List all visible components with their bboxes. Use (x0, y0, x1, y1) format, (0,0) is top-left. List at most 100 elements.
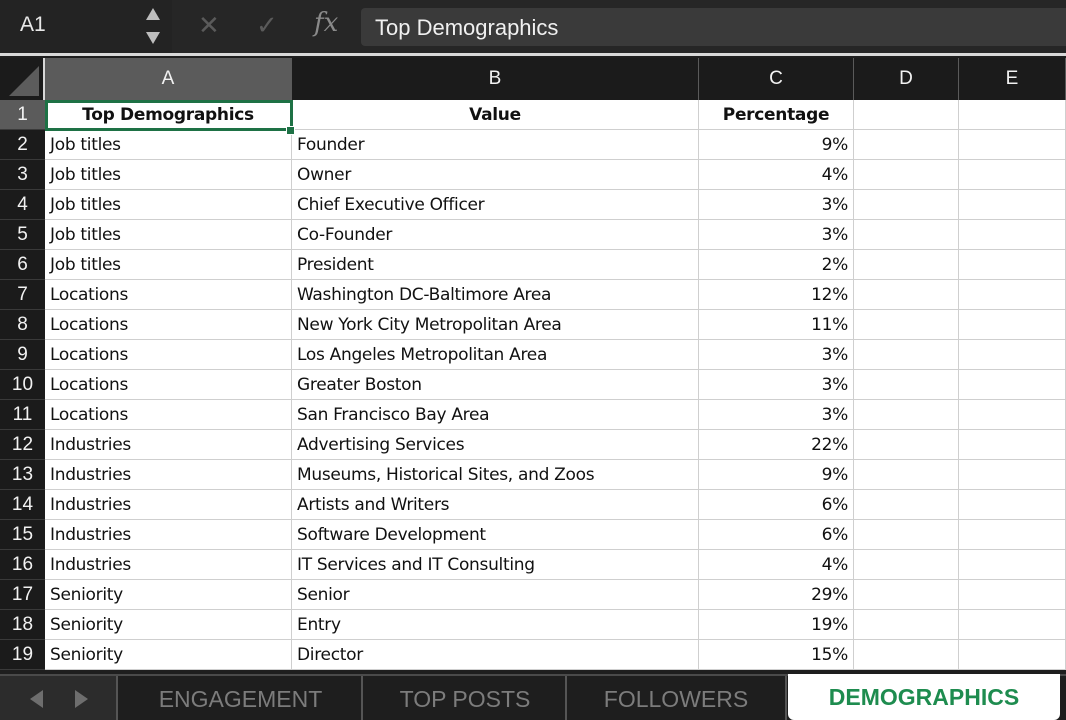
arrow-up-icon[interactable] (146, 8, 160, 20)
cell-c[interactable]: 2% (699, 250, 854, 280)
cell-a[interactable]: Industries (45, 460, 292, 490)
cell-b[interactable]: Chief Executive Officer (292, 190, 699, 220)
cell-d[interactable] (854, 100, 959, 130)
cell-b[interactable]: Los Angeles Metropolitan Area (292, 340, 699, 370)
cell-d[interactable] (854, 430, 959, 460)
cell-b[interactable]: Entry (292, 610, 699, 640)
cell-a[interactable]: Job titles (45, 160, 292, 190)
cell-d[interactable] (854, 580, 959, 610)
cell-b[interactable]: Founder (292, 130, 699, 160)
cell-c[interactable]: 3% (699, 220, 854, 250)
confirm-icon[interactable]: ✓ (256, 10, 278, 41)
cell-a[interactable]: Seniority (45, 580, 292, 610)
column-header-c[interactable]: C (699, 58, 854, 100)
cell-e[interactable] (959, 370, 1066, 400)
cell-b[interactable]: Owner (292, 160, 699, 190)
cell-d[interactable] (854, 490, 959, 520)
arrow-down-icon[interactable] (146, 32, 160, 44)
row-header[interactable]: 15 (0, 520, 45, 550)
cell-b[interactable]: San Francisco Bay Area (292, 400, 699, 430)
fill-handle[interactable] (286, 126, 295, 135)
cell-e[interactable] (959, 130, 1066, 160)
cell-d[interactable] (854, 190, 959, 220)
cell-e[interactable] (959, 310, 1066, 340)
cell-d[interactable] (854, 370, 959, 400)
row-header[interactable]: 19 (0, 640, 45, 670)
row-header[interactable]: 18 (0, 610, 45, 640)
cell-e[interactable] (959, 610, 1066, 640)
row-header[interactable]: 10 (0, 370, 45, 400)
cell-a[interactable]: Locations (45, 400, 292, 430)
cell-c[interactable]: Percentage (699, 100, 854, 130)
cell-c[interactable]: 15% (699, 640, 854, 670)
cell-c[interactable]: 3% (699, 340, 854, 370)
row-header[interactable]: 8 (0, 310, 45, 340)
select-all-button[interactable] (0, 58, 45, 100)
name-box[interactable]: A1 (0, 0, 172, 53)
cell-e[interactable] (959, 250, 1066, 280)
cell-d[interactable] (854, 310, 959, 340)
cell-d[interactable] (854, 520, 959, 550)
cell-c[interactable]: 11% (699, 310, 854, 340)
cell-e[interactable] (959, 460, 1066, 490)
cell-e[interactable] (959, 220, 1066, 250)
row-header[interactable]: 17 (0, 580, 45, 610)
cell-a[interactable]: Job titles (45, 130, 292, 160)
row-header[interactable]: 6 (0, 250, 45, 280)
cell-b[interactable]: Washington DC-Baltimore Area (292, 280, 699, 310)
cell-c[interactable]: 3% (699, 370, 854, 400)
cancel-icon[interactable]: ✕ (198, 10, 220, 41)
row-header[interactable]: 5 (0, 220, 45, 250)
column-header-b[interactable]: B (292, 58, 699, 100)
cell-a[interactable]: Locations (45, 310, 292, 340)
cell-a[interactable]: Job titles (45, 220, 292, 250)
cell-d[interactable] (854, 220, 959, 250)
cell-e[interactable] (959, 100, 1066, 130)
tab-top-posts[interactable]: TOP POSTS (365, 676, 567, 720)
cell-c[interactable]: 9% (699, 460, 854, 490)
cell-d[interactable] (854, 550, 959, 580)
cell-c[interactable]: 6% (699, 520, 854, 550)
cell-reference[interactable]: A1 (20, 13, 46, 37)
row-header[interactable]: 16 (0, 550, 45, 580)
cell-d[interactable] (854, 460, 959, 490)
row-header[interactable]: 1 (0, 100, 45, 130)
cell-c[interactable]: 3% (699, 190, 854, 220)
cell-b[interactable]: IT Services and IT Consulting (292, 550, 699, 580)
cell-a[interactable]: Locations (45, 340, 292, 370)
row-header[interactable]: 7 (0, 280, 45, 310)
row-header[interactable]: 2 (0, 130, 45, 160)
cell-e[interactable] (959, 280, 1066, 310)
cell-d[interactable] (854, 640, 959, 670)
cell-d[interactable] (854, 280, 959, 310)
previous-sheet-icon[interactable] (30, 690, 43, 708)
cell-b[interactable]: Senior (292, 580, 699, 610)
row-header[interactable]: 3 (0, 160, 45, 190)
cell-b[interactable]: New York City Metropolitan Area (292, 310, 699, 340)
cell-d[interactable] (854, 400, 959, 430)
cell-d[interactable] (854, 250, 959, 280)
cell-e[interactable] (959, 640, 1066, 670)
cell-e[interactable] (959, 160, 1066, 190)
cell-b[interactable]: Museums, Historical Sites, and Zoos (292, 460, 699, 490)
cell-b[interactable]: Artists and Writers (292, 490, 699, 520)
cell-d[interactable] (854, 130, 959, 160)
cell-e[interactable] (959, 340, 1066, 370)
cell-a[interactable]: Industries (45, 430, 292, 460)
column-header-d[interactable]: D (854, 58, 959, 100)
cell-b[interactable]: President (292, 250, 699, 280)
cell-b[interactable]: Director (292, 640, 699, 670)
column-header-a[interactable]: A (45, 58, 292, 100)
cell-c[interactable]: 4% (699, 550, 854, 580)
formula-input[interactable]: Top Demographics (361, 8, 1066, 46)
cell-a[interactable]: Locations (45, 280, 292, 310)
tab-followers[interactable]: FOLLOWERS (567, 676, 787, 720)
tab-demographics[interactable]: DEMOGRAPHICS (788, 674, 1060, 720)
cell-b[interactable]: Co-Founder (292, 220, 699, 250)
cell-c[interactable]: 12% (699, 280, 854, 310)
cell-c[interactable]: 6% (699, 490, 854, 520)
row-header[interactable]: 14 (0, 490, 45, 520)
cell-c[interactable]: 22% (699, 430, 854, 460)
cell-a[interactable]: Industries (45, 520, 292, 550)
next-sheet-icon[interactable] (75, 690, 88, 708)
